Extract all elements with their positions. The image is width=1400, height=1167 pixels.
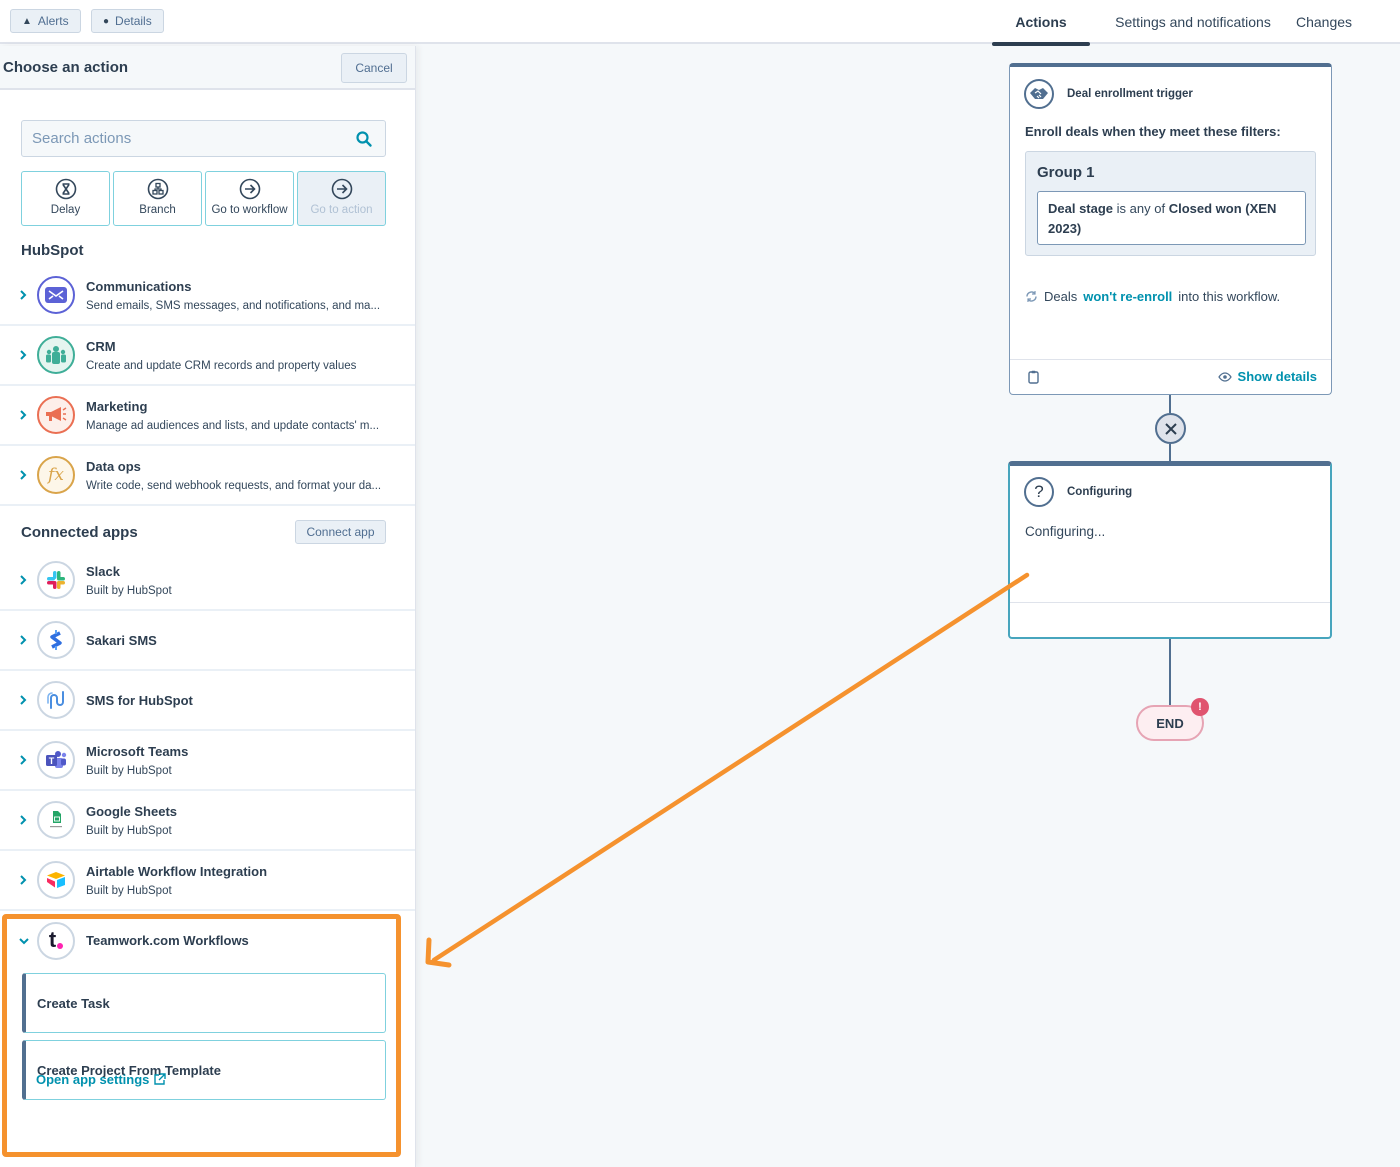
list-item-airtable[interactable]: Airtable Workflow Integration Built by H…	[0, 851, 415, 911]
details-button[interactable]: ● Details	[91, 9, 164, 33]
panel-title: Choose an action	[3, 59, 129, 76]
action-create-project-from-template[interactable]: Create Project From Template	[22, 1040, 386, 1100]
list-item-sakari-sms[interactable]: Sakari SMS	[0, 611, 415, 671]
card-footer: Show details	[1010, 359, 1331, 394]
chevron-right-icon	[20, 755, 27, 765]
action-create-task[interactable]: Create Task	[22, 973, 386, 1033]
quick-actions: Delay Branch Go to workflow Go to action	[21, 171, 386, 226]
sms-hubspot-icon	[37, 681, 75, 719]
info-icon: ●	[103, 15, 110, 27]
tab-settings-notifications[interactable]: Settings and notifications	[1090, 0, 1296, 44]
card-footer	[1010, 602, 1330, 637]
airtable-icon	[37, 861, 75, 899]
arrow-head	[425, 937, 452, 968]
arrow-right-circle-icon	[239, 178, 260, 200]
refresh-icon	[1026, 291, 1037, 302]
close-icon	[1164, 422, 1177, 435]
delay-button[interactable]: Delay	[21, 171, 110, 226]
hubspot-heading: HubSpot	[21, 242, 84, 259]
sakari-icon	[37, 621, 75, 659]
list-item-communications[interactable]: Communications Send emails, SMS messages…	[0, 266, 415, 326]
teamwork-icon: t	[37, 922, 75, 960]
chevron-right-icon	[20, 815, 27, 825]
megaphone-icon	[37, 396, 75, 434]
show-details-button[interactable]: Show details	[1217, 369, 1317, 384]
tab-bar: Actions Settings and notifications Chang…	[992, 0, 1400, 46]
list-item-teamwork[interactable]: t Teamwork.com Workflows	[0, 911, 415, 971]
tab-changes[interactable]: Changes	[1296, 0, 1400, 44]
list-item-google-sheets[interactable]: Google Sheets Built by HubSpot	[0, 791, 415, 851]
go-to-workflow-button[interactable]: Go to workflow	[205, 171, 294, 226]
chevron-right-icon	[20, 575, 27, 585]
chevron-right-icon	[20, 695, 27, 705]
error-badge: !	[1191, 698, 1209, 716]
chevron-right-icon	[20, 875, 27, 885]
list-item-slack[interactable]: Slack Built by HubSpot	[0, 551, 415, 611]
slack-icon	[37, 561, 75, 599]
handshake-icon	[1024, 79, 1054, 109]
panel-header: Choose an action Cancel	[0, 46, 415, 90]
connected-apps-heading: Connected apps	[21, 524, 138, 541]
alerts-button[interactable]: ▲ Alerts	[10, 9, 81, 33]
question-icon: ?	[1024, 477, 1054, 507]
chevron-right-icon	[20, 410, 27, 420]
connector-line	[1169, 395, 1171, 413]
enrollment-trigger-card[interactable]: Deal enrollment trigger Enroll deals whe…	[1009, 63, 1332, 395]
go-to-action-button[interactable]: Go to action	[297, 171, 386, 226]
connector-line	[1169, 444, 1171, 462]
list-item-microsoft-teams[interactable]: T Microsoft Teams Built by HubSpot	[0, 731, 415, 791]
reenroll-note: Deals won't re-enroll into this workflow.	[1025, 289, 1280, 304]
svg-text:T: T	[49, 756, 55, 766]
top-bar: ▲ Alerts ● Details Actions Settings and …	[0, 0, 1400, 46]
eye-icon	[1217, 371, 1232, 382]
branch-button[interactable]: Branch	[113, 171, 202, 226]
clipboard-icon[interactable]	[1028, 370, 1039, 384]
external-link-icon	[154, 1073, 167, 1085]
chevron-down-icon	[19, 938, 29, 945]
connect-app-button[interactable]: Connect app	[295, 520, 386, 544]
configuring-action-card[interactable]: ? Configuring Configuring...	[1008, 461, 1332, 639]
connector-line	[1169, 639, 1171, 706]
warning-icon: ▲	[22, 15, 32, 27]
filter-condition: Deal stage is any of Closed won (XEN 202…	[1037, 191, 1306, 245]
tab-actions[interactable]: Actions	[992, 0, 1090, 46]
cancel-button[interactable]: Cancel	[341, 53, 407, 83]
search-input[interactable]	[22, 121, 342, 156]
chevron-right-icon	[20, 470, 27, 480]
list-item-data-ops[interactable]: fx Data ops Write code, send webhook req…	[0, 446, 415, 506]
chevron-right-icon	[20, 350, 27, 360]
list-item-marketing[interactable]: Marketing Manage ad audiences and lists,…	[0, 386, 415, 446]
hourglass-icon	[55, 178, 76, 200]
chevron-right-icon	[20, 635, 27, 645]
chevron-right-icon	[20, 290, 27, 300]
branch-icon	[147, 178, 168, 200]
search-box	[21, 120, 386, 157]
filter-group: Group 1 Deal stage is any of Closed won …	[1025, 151, 1316, 256]
teams-icon: T	[37, 741, 75, 779]
google-sheets-icon	[37, 801, 75, 839]
open-app-settings-link[interactable]: Open app settings	[36, 1072, 167, 1087]
envelope-icon	[37, 276, 75, 314]
list-item-crm[interactable]: CRM Create and update CRM records and pr…	[0, 326, 415, 386]
remove-action-button[interactable]	[1155, 413, 1186, 444]
search-icon[interactable]	[355, 130, 373, 148]
reenroll-link[interactable]: won't re-enroll	[1083, 289, 1172, 304]
function-icon: fx	[37, 456, 75, 494]
people-icon	[37, 336, 75, 374]
arrow-shaft	[431, 572, 1030, 963]
arrow-right-circle-icon	[331, 178, 352, 200]
list-item-sms-for-hubspot[interactable]: SMS for HubSpot	[0, 671, 415, 731]
